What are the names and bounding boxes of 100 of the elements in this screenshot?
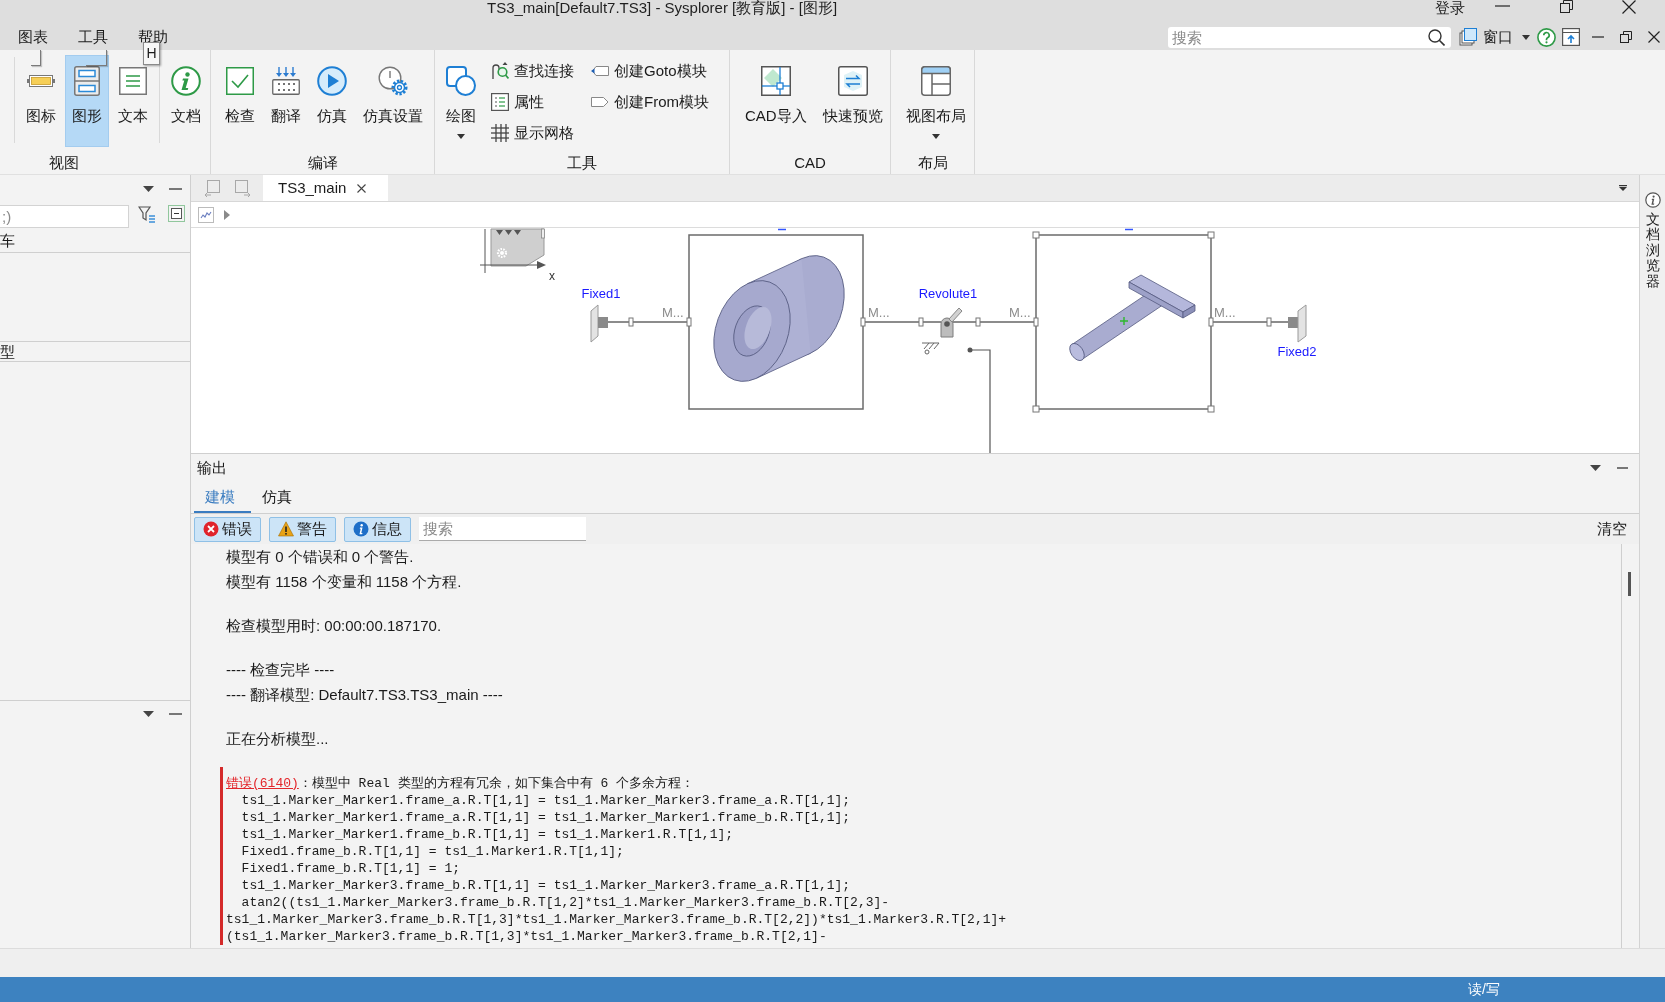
filter-icon[interactable] xyxy=(138,205,156,223)
ribbon-button[interactable]: 检查 xyxy=(218,55,262,147)
ribbon-button[interactable]: 视图布局 xyxy=(899,55,973,147)
window-title: TS3_main[Default7.TS3] - Sysplorer [教育版] - [图形] xyxy=(487,0,838,16)
clear-button[interactable]: 清空 xyxy=(1597,520,1627,538)
port-icon xyxy=(918,317,924,327)
shapes-icon xyxy=(446,66,476,96)
port-icon xyxy=(1033,317,1039,327)
login-link[interactable]: 登录 xyxy=(1435,0,1465,16)
ribbon-button[interactable]: 仿真设置 xyxy=(356,55,430,147)
error-message: 错误(6140)：模型中 Real 类型的方程有冗余，如下集合中有 6 个多余方程： xyxy=(226,775,695,792)
warning-icon xyxy=(278,521,294,537)
grid-icon xyxy=(491,123,509,142)
arrows-into-grid-icon xyxy=(272,67,300,95)
info-icon xyxy=(1644,192,1661,208)
restore-icon[interactable] xyxy=(1620,31,1632,43)
fixed-support-icon xyxy=(1288,304,1307,343)
ribbon-button[interactable]: 翻译 xyxy=(264,55,308,147)
collapse-icon[interactable] xyxy=(168,205,185,222)
ribbon-button[interactable]: 快速预览 xyxy=(815,55,890,147)
windows-icon xyxy=(1459,28,1477,46)
play-icon xyxy=(317,66,347,96)
revolute-joint-icon xyxy=(921,307,963,355)
close-icon[interactable] xyxy=(1648,31,1660,43)
section-label[interactable]: 车 xyxy=(0,232,15,249)
group-label: 工具 xyxy=(566,153,598,173)
caret-icon[interactable] xyxy=(143,710,154,717)
fixed-support-icon xyxy=(590,304,608,343)
search-field[interactable]: 搜索 xyxy=(1168,26,1451,48)
help-icon[interactable] xyxy=(1537,27,1556,47)
info-icon xyxy=(171,66,201,96)
port-icon xyxy=(860,317,866,327)
component-label: Fixed1 xyxy=(581,286,621,301)
ribbon-button[interactable]: 查找连接 xyxy=(487,55,578,86)
log-text: ---- 检查完毕 ---- xyxy=(225,660,335,680)
component-label: Fixed2 xyxy=(1277,344,1317,359)
caret-icon[interactable] xyxy=(143,185,154,192)
minimize-icon[interactable] xyxy=(169,187,182,190)
status-text: 读/写 xyxy=(1468,980,1500,999)
ribbon-button[interactable]: 图标 xyxy=(19,55,63,147)
group-label: 布局 xyxy=(916,153,949,173)
clock-gear-icon xyxy=(378,66,408,96)
checkmark-icon xyxy=(226,67,254,95)
ribbon-button[interactable]: 显示网格 xyxy=(487,117,578,148)
ribbon-button[interactable]: 仿真 xyxy=(310,55,354,147)
caret-icon[interactable] xyxy=(1590,465,1601,471)
filter-button[interactable]: 信息 xyxy=(344,516,411,542)
error-code-link[interactable]: 错误(6140) xyxy=(226,776,299,791)
ribbon-button[interactable]: 创建Goto模块 xyxy=(587,55,713,86)
minimize-icon[interactable] xyxy=(169,712,182,715)
component-icon xyxy=(27,74,55,88)
ribbon-button[interactable]: CAD导入 xyxy=(738,55,814,147)
upload-icon[interactable] xyxy=(1562,28,1580,46)
caret-icon xyxy=(1522,34,1530,40)
port-icon xyxy=(628,317,634,327)
list-icon xyxy=(491,92,509,111)
restore-icon[interactable] xyxy=(1560,0,1573,13)
ribbon-button[interactable]: 图形 xyxy=(65,55,109,147)
panel-title: 输出 xyxy=(197,459,227,477)
tag-right-icon xyxy=(591,95,609,108)
group-label: CAD xyxy=(793,153,827,173)
filter-button[interactable]: 错误 xyxy=(194,516,261,542)
diagram-icon xyxy=(74,66,100,96)
log-text: 模型有 0 个错误和 0 个警告. xyxy=(225,547,414,567)
expand-arrow-icon[interactable] xyxy=(224,209,230,220)
filter-button[interactable]: 警告 xyxy=(269,516,336,542)
caret-icon xyxy=(457,134,465,139)
port-icon xyxy=(686,317,692,327)
search-field[interactable]: ;) xyxy=(0,205,129,228)
ribbon-button[interactable]: 创建From模块 xyxy=(587,86,713,117)
ribbon-button[interactable]: 属性 xyxy=(487,86,578,117)
equation-text: atan2((ts1_1.Marker_Marker3.frame_b.R.T[1,2]*ts1_1.Marker_Marker3.frame_b.R.T[2,3]- ts1_1.Marker_Marker3.frame_b.R.T[1,3]*ts1_1.Marker_Marker3.frame_b.R.T[2,2])*ts1_1.Marker3.R.T[2,1]+ (ts1_1.Marker_Marker3.frame_b.R.T[1,3]*ts1_1.Marker_Marker3.frame_b.R.T[2,1]- xyxy=(226,894,1007,945)
swap-arrows-icon xyxy=(837,66,868,96)
caret-icon xyxy=(932,134,940,139)
port-icon xyxy=(1266,317,1272,327)
log-text: ---- 翻译模型: Default7.TS3.TS3_main ---- xyxy=(225,685,503,705)
caret-icon[interactable] xyxy=(1619,185,1627,191)
menu-item[interactable]: 工具 xyxy=(63,24,123,50)
scrollbar-thumb[interactable] xyxy=(1628,572,1631,596)
search-field[interactable]: 搜索 xyxy=(419,517,586,541)
equation-text: Fixed1.frame_b.R.T[1,1] = 1; xyxy=(240,860,461,877)
group-label: 视图 xyxy=(48,153,80,173)
ribbon-button[interactable]: 文档 xyxy=(164,55,208,147)
menu-item[interactable]: 图表 xyxy=(3,24,63,50)
equation-text: Fixed1.frame_b.R.T[1,1] = ts1_1.Marker1.R.T[1,1]; xyxy=(240,843,624,860)
window-menu-button[interactable]: 窗口 xyxy=(1459,28,1530,46)
equation-text: ts1_1.Marker_Marker3.frame_b.R.T[1,1] = ts1_1.Marker_Marker3.frame_a.R.T[1,1]; xyxy=(240,877,851,894)
link-search-icon xyxy=(491,61,509,80)
document-tab[interactable]: TS3_main xyxy=(263,175,389,201)
dock-tab[interactable]: 文档浏览器 xyxy=(1640,175,1665,289)
ribbon-button[interactable]: 绘图 xyxy=(439,55,483,147)
close-icon[interactable] xyxy=(1622,0,1636,14)
port-icon xyxy=(1208,317,1214,327)
search-icon[interactable] xyxy=(1428,28,1445,46)
chart-icon[interactable] xyxy=(198,206,214,223)
panel-tab[interactable]: 仿真 xyxy=(251,482,308,513)
port-icon xyxy=(975,317,981,327)
section-label[interactable]: 型 xyxy=(0,343,15,360)
keytip-badge: H xyxy=(143,42,160,65)
close-icon[interactable] xyxy=(357,183,367,193)
